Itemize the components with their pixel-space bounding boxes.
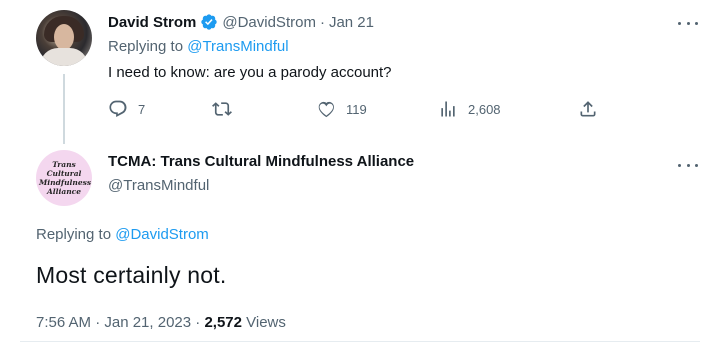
views-count: 2,572 <box>204 314 242 331</box>
analytics-icon <box>441 101 455 117</box>
tweet-timestamp[interactable]: 7:56 AM · Jan 21, 2023 · <box>36 314 204 331</box>
heart-icon <box>318 101 334 118</box>
replying-prefix: Replying to <box>36 226 116 243</box>
tweet-meta: 7:56 AM · Jan 21, 2023 · 2,572 Views <box>36 314 286 331</box>
verified-badge-icon <box>201 14 218 30</box>
tweet-text: I need to know: are you a parody account… <box>108 64 392 81</box>
author-name[interactable]: TCMA: Trans Cultural Mindfulness Allianc… <box>108 153 414 170</box>
reply-count: 7 <box>138 101 146 117</box>
more-options-icon[interactable] <box>678 158 698 172</box>
tweet-header: David Strom @DavidStrom · Jan 21 <box>108 12 374 32</box>
like-button[interactable]: 119 <box>316 98 367 120</box>
views-button[interactable]: 2,608 <box>438 98 501 120</box>
reply-button[interactable]: 7 <box>108 98 145 120</box>
retweet-icon <box>212 102 232 116</box>
share-icon <box>580 101 596 117</box>
tweet-date[interactable]: Jan 21 <box>329 14 374 31</box>
share-button[interactable] <box>578 98 598 120</box>
tweet-text: Most certainly not. <box>36 262 227 288</box>
replying-to-line: Replying to @DavidStrom <box>36 226 209 243</box>
views-count: 2,608 <box>468 101 501 117</box>
avatar-tcma[interactable]: Trans Cultural Mindfulness Alliance <box>36 150 92 206</box>
avatar-david-strom[interactable] <box>36 10 92 66</box>
thread-connector-line <box>63 74 65 144</box>
avatar-logo-text: Trans Cultural Mindfulness Alliance <box>39 160 92 196</box>
retweet-button[interactable] <box>212 98 242 120</box>
author-handle[interactable]: @TransMindful <box>108 177 209 194</box>
more-options-icon[interactable] <box>678 16 698 30</box>
mention-link[interactable]: @TransMindful <box>187 38 288 55</box>
like-count: 119 <box>346 101 367 117</box>
replying-prefix: Replying to <box>108 38 188 55</box>
author-name[interactable]: David Strom <box>108 14 196 31</box>
separator-dot: · <box>319 13 325 31</box>
views-label: Views <box>241 314 286 331</box>
reply-icon <box>109 100 127 117</box>
author-handle[interactable]: @DavidStrom <box>222 14 316 31</box>
mention-link[interactable]: @DavidStrom <box>115 226 209 243</box>
replying-to-line: Replying to @TransMindful <box>108 38 289 55</box>
divider <box>20 341 700 342</box>
